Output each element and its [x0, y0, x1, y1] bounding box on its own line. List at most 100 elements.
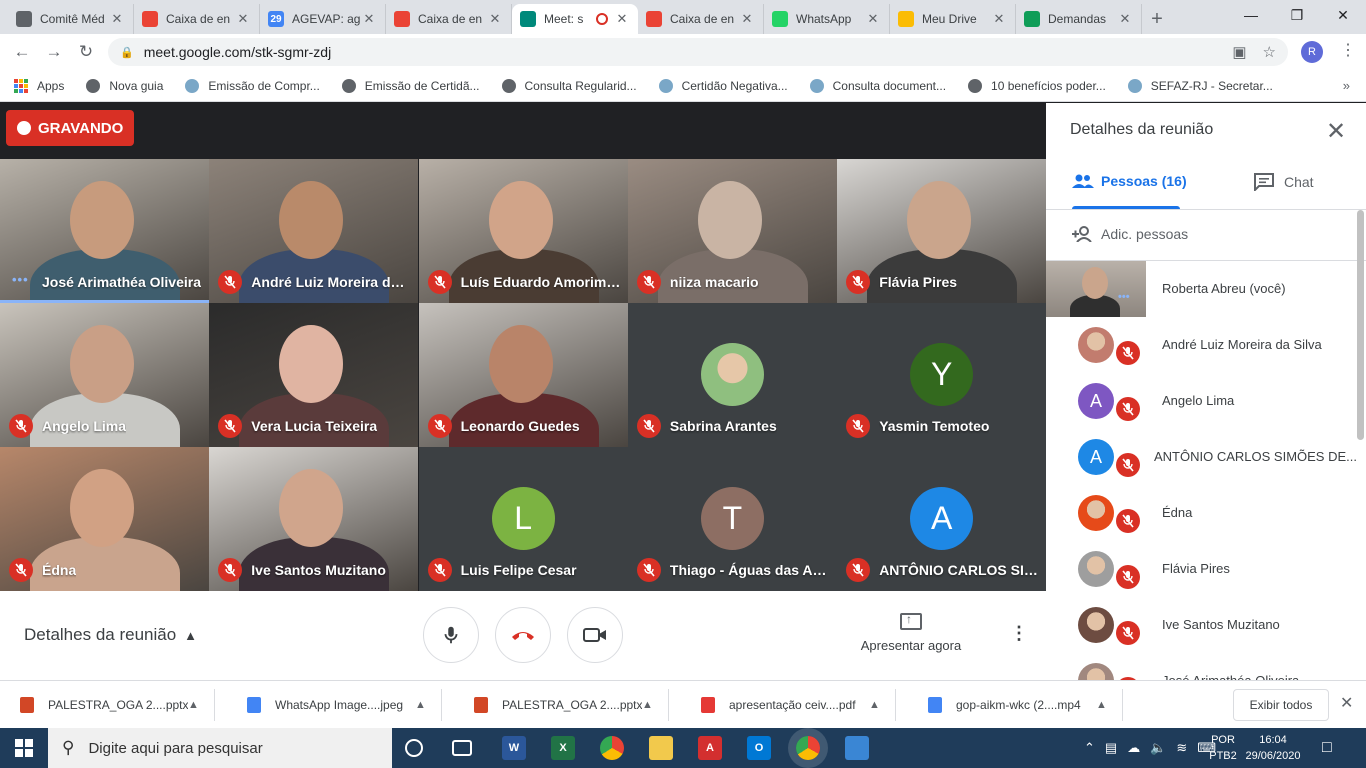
close-tab-icon[interactable]: ✕ — [1117, 11, 1133, 27]
participant-list-item[interactable]: Flávia Pires — [1046, 541, 1356, 597]
browser-tab[interactable]: Meu Drive ✕ — [890, 4, 1016, 34]
participant-list-item[interactable]: Ive Santos Muzitano — [1046, 597, 1356, 653]
close-tab-icon[interactable]: ✕ — [865, 11, 881, 27]
download-item[interactable]: PALESTRA_OGA 2....pptx ▲ — [0, 689, 215, 721]
participant-tile[interactable]: Ive Santos Muzitano — [209, 447, 419, 591]
tab-people[interactable]: Pessoas (16) — [1072, 173, 1187, 189]
browser-menu-icon[interactable]: ⋮ — [1340, 40, 1356, 60]
tab-chat[interactable]: Chat — [1254, 173, 1314, 191]
participant-list-item[interactable]: A ANTÔNIO CARLOS SIMÕES DE... — [1046, 429, 1357, 485]
language-indicator[interactable]: POR PTB2 — [1206, 732, 1240, 764]
file-explorer-icon[interactable] — [649, 736, 673, 760]
cortana-icon[interactable] — [405, 739, 423, 757]
close-window-button[interactable]: ✕ — [1320, 0, 1366, 30]
browser-tab[interactable]: Caixa de en ✕ — [638, 4, 764, 34]
maximize-button[interactable]: ❐ — [1274, 0, 1320, 30]
back-button[interactable]: ← — [6, 38, 38, 66]
close-tab-icon[interactable]: ✕ — [614, 11, 630, 27]
bookmark-item[interactable]: Consulta document... — [809, 78, 946, 93]
bookmark-item[interactable]: Emissão de Compr... — [185, 78, 320, 93]
reload-button[interactable]: ↻ — [70, 38, 102, 66]
participant-list-item[interactable]: Édna — [1046, 485, 1356, 541]
participant-list-item[interactable]: André Luiz Moreira da Silva — [1046, 317, 1356, 373]
photos-icon[interactable] — [845, 736, 869, 760]
word-icon[interactable]: W — [502, 736, 526, 760]
close-tab-icon[interactable]: ✕ — [109, 11, 125, 27]
address-bar[interactable]: 🔒 meet.google.com/stk-sgmr-zdj ▣ ☆ — [108, 38, 1288, 66]
notification-icon[interactable]: □ — [1322, 728, 1332, 768]
participant-tile[interactable]: Vera Lucia Teixeira — [209, 303, 419, 447]
network-icon[interactable]: ▤ — [1105, 740, 1117, 756]
browser-tab[interactable]: Caixa de en ✕ — [134, 4, 260, 34]
chevron-up-icon[interactable]: ▲ — [188, 699, 214, 711]
bookmark-item[interactable]: Consulta Regularid... — [501, 78, 637, 93]
profile-avatar[interactable]: R — [1301, 41, 1323, 63]
participant-tile[interactable]: T Thiago - Águas das Agulhas — [627, 447, 837, 591]
download-item[interactable]: PALESTRA_OGA 2....pptx ▲ — [454, 689, 669, 721]
participant-tile[interactable]: Luís Eduardo Amorim Ramos — [418, 159, 628, 303]
browser-tab[interactable]: 29 AGEVAP: ag ✕ — [260, 4, 386, 34]
forward-button[interactable]: → — [38, 38, 70, 66]
participant-list-item[interactable]: ••• Roberta Abreu (você) — [1046, 261, 1356, 317]
browser-tab[interactable]: Demandas ✕ — [1016, 4, 1142, 34]
participant-tile[interactable]: Flávia Pires — [837, 159, 1047, 303]
participant-tile[interactable]: niiza macario — [627, 159, 837, 303]
participant-tile[interactable]: Sabrina Arantes — [627, 303, 837, 447]
download-item[interactable]: WhatsApp Image....jpeg ▲ — [227, 689, 442, 721]
bookmark-item[interactable]: Apps — [14, 78, 64, 93]
participant-list-item[interactable]: A Angelo Lima — [1046, 373, 1356, 429]
camera-button[interactable] — [567, 607, 623, 663]
close-tab-icon[interactable]: ✕ — [235, 11, 251, 27]
participant-tile[interactable]: Y Yasmin Temoteo — [837, 303, 1047, 447]
cloud-icon[interactable]: ☁ — [1127, 740, 1140, 756]
volume-icon[interactable]: 🔈 — [1150, 740, 1166, 756]
download-item[interactable]: gop-aikm-wkc (2....mp4 ▲ — [908, 689, 1123, 721]
hang-up-button[interactable] — [495, 607, 551, 663]
panel-scrollbar[interactable] — [1357, 210, 1364, 440]
star-icon[interactable]: ☆ — [1263, 43, 1276, 61]
participant-tile[interactable]: Leonardo Guedes — [418, 303, 628, 447]
chevron-up-icon[interactable]: ▲ — [415, 699, 441, 711]
new-tab-button[interactable]: + — [1142, 4, 1172, 34]
participant-list-item[interactable]: José Arimathéa Oliveira — [1046, 653, 1356, 680]
task-view-icon[interactable] — [452, 740, 472, 756]
browser-tab[interactable]: Meet: s ✕ — [512, 4, 638, 34]
close-downloads-icon[interactable]: ✕ — [1340, 693, 1353, 713]
close-tab-icon[interactable]: ✕ — [739, 11, 755, 27]
more-options-icon[interactable]: ⋮ — [1010, 623, 1028, 644]
download-item[interactable]: apresentação ceiv....pdf ▲ — [681, 689, 896, 721]
participant-tile[interactable]: A ANTÔNIO CARLOS SIMÕES DE — [837, 447, 1047, 591]
chevron-up-icon[interactable]: ▲ — [869, 699, 895, 711]
clock[interactable]: 16:04 29/06/2020 — [1243, 732, 1303, 764]
bookmark-item[interactable]: Certidão Negativa... — [658, 78, 788, 93]
chevron-up-icon[interactable]: ⌃ — [1084, 740, 1095, 756]
close-tab-icon[interactable]: ✕ — [361, 11, 377, 27]
browser-tab[interactable]: WhatsApp ✕ — [764, 4, 890, 34]
show-all-downloads-button[interactable]: Exibir todos — [1233, 689, 1329, 721]
bookmark-item[interactable]: 10 benefícios poder... — [968, 78, 1106, 93]
taskbar-search-box[interactable]: ⚲ Digite aqui para pesquisar — [48, 728, 392, 768]
close-panel-icon[interactable]: ✕ — [1326, 117, 1346, 146]
meeting-details-toggle[interactable]: Detalhes da reunião ▲ — [24, 625, 197, 645]
minimize-button[interactable]: — — [1228, 0, 1274, 30]
camera-icon[interactable]: ▣ — [1232, 43, 1246, 61]
chrome-icon[interactable] — [600, 736, 624, 760]
chevron-up-icon[interactable]: ▲ — [1096, 699, 1122, 711]
participant-tile[interactable]: André Luiz Moreira da Silva — [209, 159, 419, 303]
bookmark-item[interactable]: Nova guia — [86, 78, 163, 93]
browser-tab[interactable]: Caixa de en ✕ — [386, 4, 512, 34]
bookmark-item[interactable]: SEFAZ-RJ - Secretar... — [1127, 78, 1273, 93]
bookmarks-more-icon[interactable]: » — [1343, 78, 1350, 93]
acrobat-icon[interactable]: A — [698, 736, 722, 760]
wifi-icon[interactable]: ≋ — [1176, 740, 1187, 756]
microphone-button[interactable] — [423, 607, 479, 663]
close-tab-icon[interactable]: ✕ — [487, 11, 503, 27]
start-button[interactable] — [0, 728, 48, 768]
participant-tile[interactable]: Angelo Lima — [0, 303, 209, 447]
chrome-active-icon[interactable] — [796, 736, 820, 760]
browser-tab[interactable]: Comitê Méd ✕ — [8, 4, 134, 34]
participant-tile[interactable]: L Luis Felipe Cesar — [418, 447, 628, 591]
excel-icon[interactable]: X — [551, 736, 575, 760]
outlook-icon[interactable]: O — [747, 736, 771, 760]
participant-tile[interactable]: ••• José Arimathéa Oliveira — [0, 159, 209, 303]
